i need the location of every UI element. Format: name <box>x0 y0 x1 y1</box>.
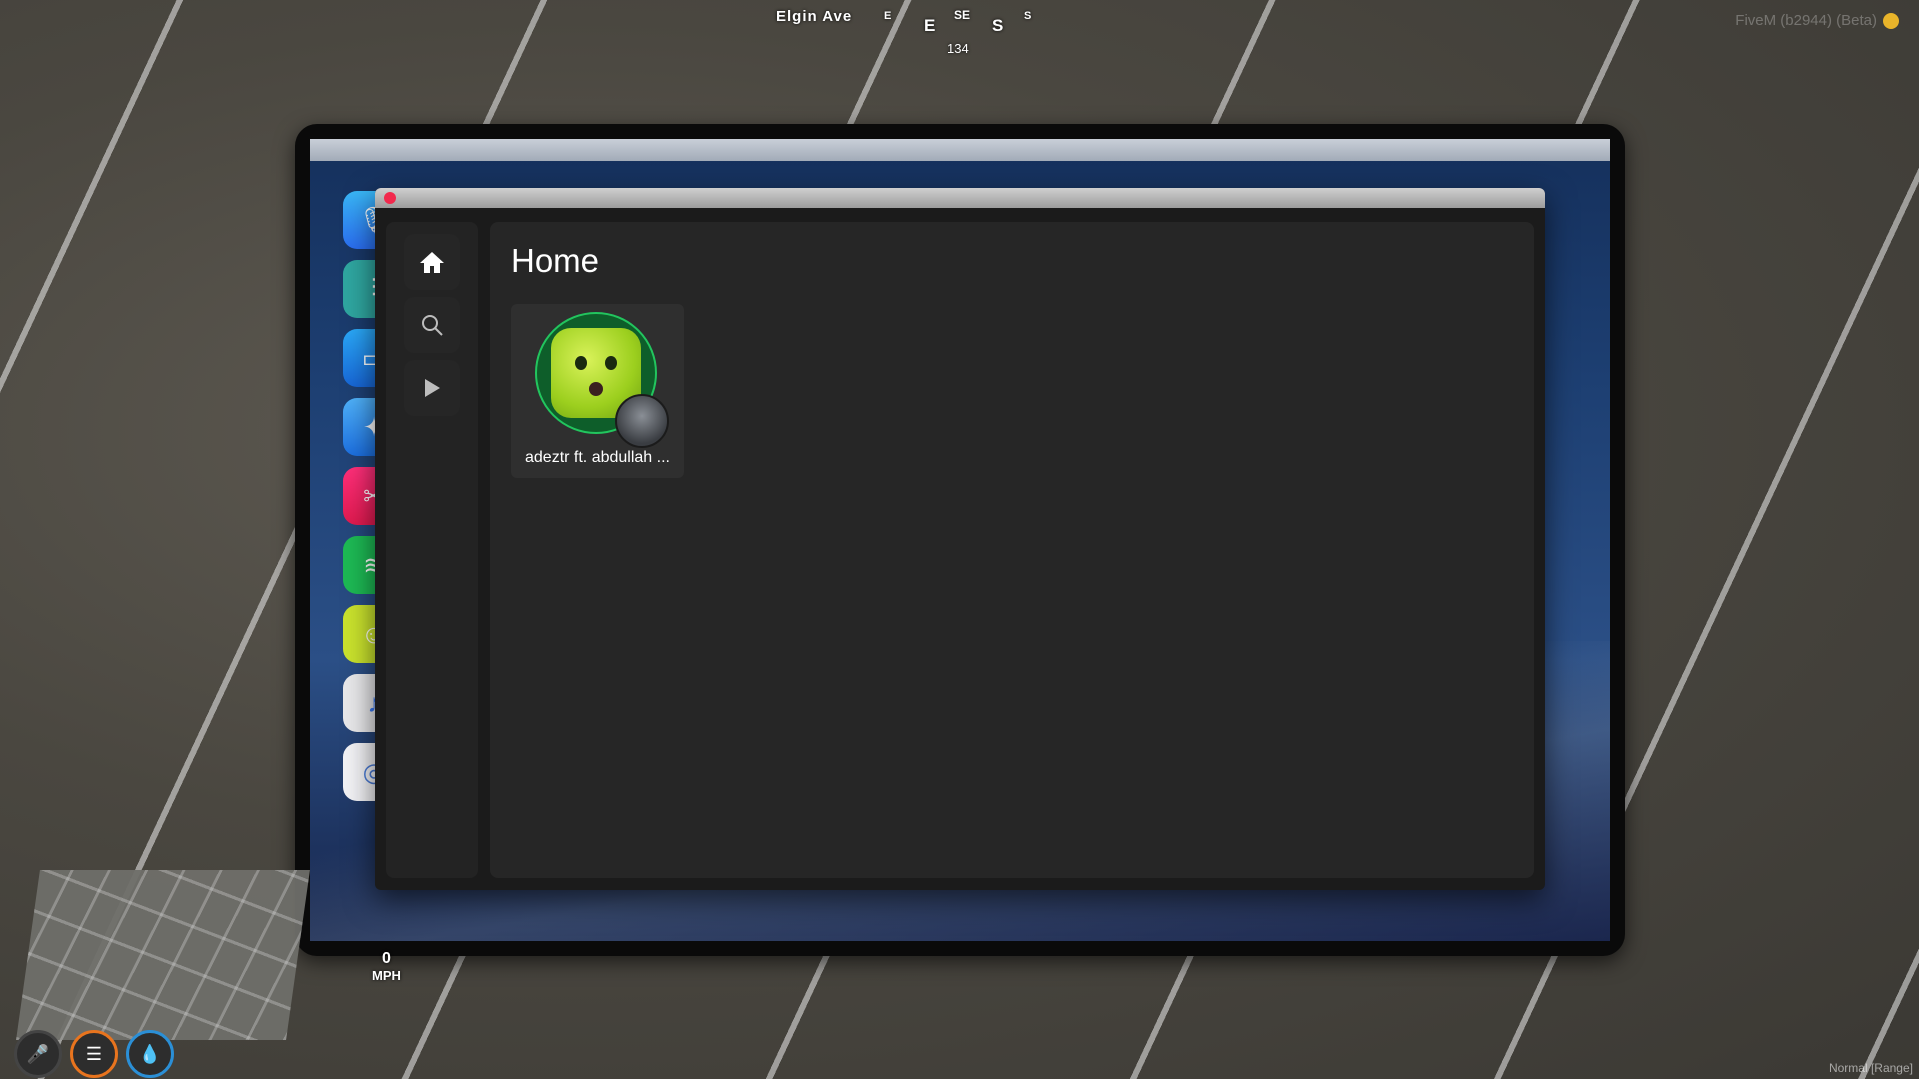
track-title: adeztr ft. abdullah ... <box>525 449 670 466</box>
app-sidebar <box>386 222 478 878</box>
search-icon <box>422 315 443 336</box>
voice-mode: Normal [Range] <box>1828 1061 1913 1075</box>
page-title: Home <box>511 242 600 279</box>
fivem-logo-icon <box>1883 13 1899 29</box>
nav-home-button[interactable] <box>404 234 460 290</box>
speedometer: 0 MPH <box>372 950 401 983</box>
street-name: Elgin Ave <box>776 8 853 25</box>
compass-label: E <box>924 16 936 35</box>
play-icon <box>425 379 440 397</box>
main-content: Home adeztr ft. abdullah ... <box>490 222 1534 878</box>
water-icon: 💧 <box>126 1030 174 1078</box>
artist-avatar <box>615 394 669 448</box>
tablet-status-bar <box>310 139 1610 161</box>
track-card[interactable]: adeztr ft. abdullah ... <box>511 304 684 478</box>
close-icon[interactable] <box>384 192 396 204</box>
nav-play-button[interactable] <box>404 360 460 416</box>
minimap <box>16 870 310 1040</box>
food-icon: ☰ <box>70 1030 118 1078</box>
home-icon <box>420 252 444 273</box>
nav-search-button[interactable] <box>404 297 460 353</box>
compass-label: E <box>884 10 892 22</box>
speed-unit: MPH <box>372 968 401 983</box>
compass-label: S <box>1024 10 1032 22</box>
heading-readout: 134 <box>947 41 969 56</box>
microphone-icon: 🎤 <box>14 1030 62 1078</box>
music-app-window: Home adeztr ft. abdullah ... <box>375 188 1545 890</box>
fivem-version: FiveM (b2944) (Beta) <box>1735 12 1877 29</box>
speed-value: 0 <box>381 950 391 967</box>
compass-label: SE <box>954 8 971 22</box>
window-titlebar[interactable] <box>375 188 1545 208</box>
compass-label: S <box>992 16 1004 35</box>
